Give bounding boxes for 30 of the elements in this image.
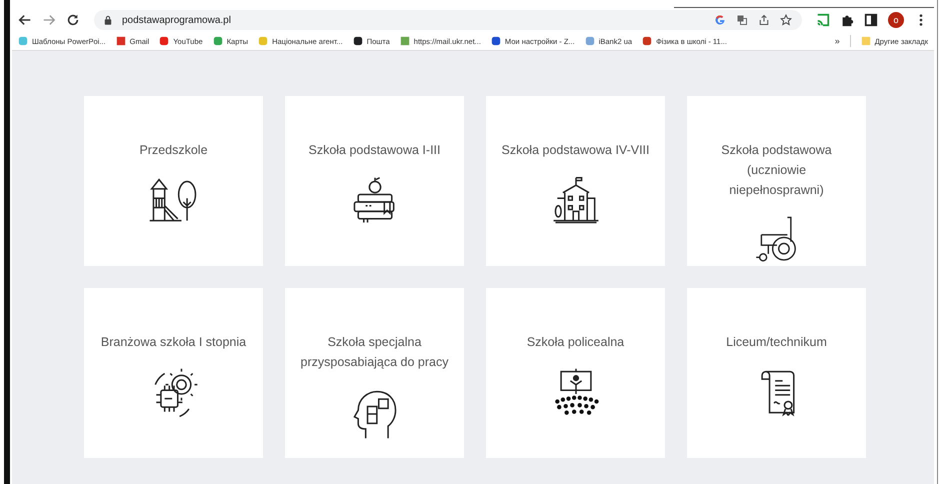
card-title: Szkoła podstawowa (uczniowie niepełnosprawni)	[720, 142, 833, 199]
category-card[interactable]: Szkoła policealna	[486, 288, 665, 458]
forward-icon[interactable]	[42, 13, 56, 27]
category-card[interactable]: Przedszkole	[84, 96, 263, 266]
card-title: Przedszkole	[139, 142, 208, 159]
card-title: Szkoła specjalna przysposabiająca do pracy	[300, 334, 450, 371]
card-title: Liceum/technikum	[726, 334, 827, 351]
more-bookmarks-button[interactable]: »	[834, 36, 840, 46]
translate-icon[interactable]	[736, 14, 748, 26]
address-bar[interactable]: podstawaprogramowa.pl	[94, 10, 802, 30]
category-card[interactable]: Szkoła podstawowa (uczniowie niepełnosprawni)	[687, 96, 866, 266]
card-title: Szkoła podstawowa I-III	[308, 142, 440, 159]
cast-icon[interactable]	[816, 13, 830, 27]
category-card[interactable]: Szkoła podstawowa IV-VIII	[486, 96, 665, 266]
category-card[interactable]: Branżowa szkoła I stopnia	[84, 288, 263, 458]
reload-icon[interactable]	[66, 13, 80, 27]
card-title: Branżowa szkoła I stopnia	[100, 334, 246, 351]
puzzle-icon[interactable]	[840, 13, 854, 27]
google-icon[interactable]	[714, 14, 726, 26]
category-card[interactable]: Szkoła specjalna przysposabiająca do pracy	[285, 288, 464, 458]
category-card[interactable]: Szkoła podstawowa I-III	[285, 96, 464, 266]
share-icon[interactable]	[758, 14, 770, 26]
lock-icon	[104, 15, 112, 25]
star-icon[interactable]	[780, 14, 792, 26]
side-panel-icon[interactable]	[864, 13, 878, 27]
card-title: Szkoła policealna	[526, 334, 624, 351]
back-icon[interactable]	[18, 13, 32, 27]
card-title: Szkoła podstawowa IV-VIII	[502, 142, 650, 159]
category-card[interactable]: Liceum/technikum	[687, 288, 866, 458]
profile-avatar[interactable]: o	[888, 12, 904, 28]
